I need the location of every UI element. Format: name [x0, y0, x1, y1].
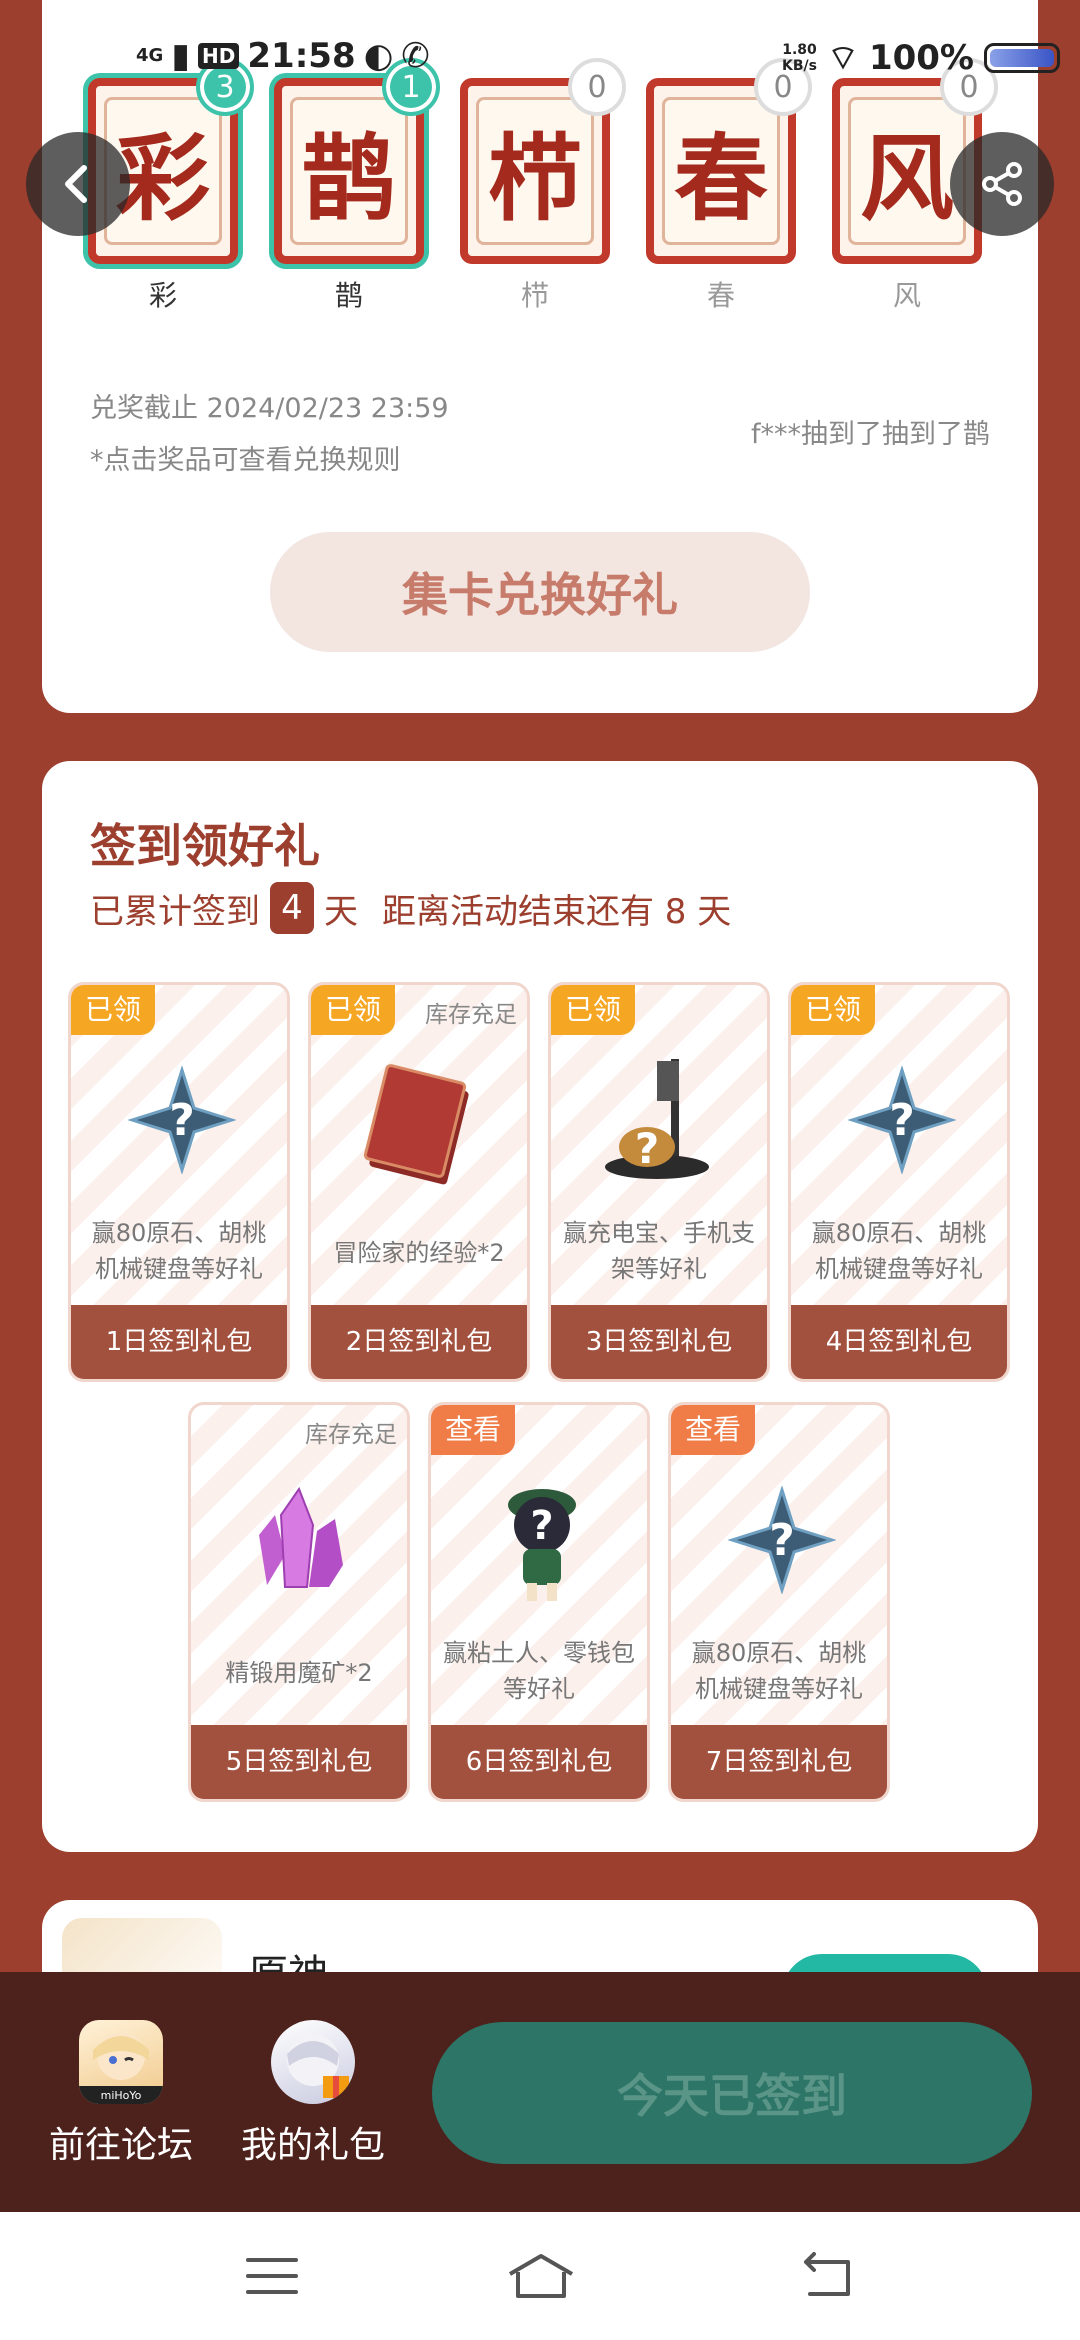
card-zhi[interactable]: 栉 0 栉	[460, 58, 626, 312]
card-label: 栉	[520, 279, 549, 312]
gift-description: 赢充电宝、手机支架等好礼	[563, 1219, 755, 1283]
card-character: 风	[848, 97, 966, 245]
winner-ticker: f***抽到了抽到了鹊	[750, 419, 990, 450]
status-bar: 4G ▮ HD 21:58 ◐ ✆ 1.80 KB/s ⌔ 100%	[0, 36, 1080, 84]
card-que[interactable]: 鹊 1 鹊	[274, 58, 440, 312]
primogem-mystery-icon: ?	[117, 1055, 247, 1185]
checkin-day-count: 4	[270, 882, 314, 934]
stock-label: 库存充足	[305, 1422, 397, 1448]
exchange-button[interactable]: 集卡兑换好礼	[270, 532, 810, 652]
status-time: 21:58	[247, 36, 356, 76]
card-label: 彩	[148, 279, 177, 312]
wifi-icon: ⌔	[826, 38, 859, 78]
checkin-title: 签到领好礼	[90, 819, 320, 873]
gift-card-day5[interactable]: 库存充足 精锻用魔矿*2 5日签到礼包	[188, 1402, 410, 1802]
gift-footer: 1日签到礼包	[71, 1305, 287, 1379]
card-character: 栉	[476, 97, 594, 245]
gift-footer: 6日签到礼包	[431, 1725, 647, 1799]
gift-card-day6[interactable]: 查看 ? 赢粘土人、零钱包等好礼 6日签到礼包	[428, 1402, 650, 1802]
gift-card-day7[interactable]: 查看 ? 赢80原石、胡桃机械键盘等好礼 7日签到礼包	[668, 1402, 890, 1802]
forum-icon-text: miHoYo	[101, 2089, 142, 2102]
my-gifts-nav-button[interactable]: 我的礼包	[238, 2020, 388, 2168]
my-gifts-nav-label: 我的礼包	[240, 2125, 385, 2166]
card-collection-row: 彩 3 彩 鹊 1 鹊 栉 0 栉 春 0 春 风 0 风	[88, 58, 1008, 312]
speed-unit: KB/s	[782, 57, 817, 74]
gift-description: 冒险家的经验*2	[333, 1239, 505, 1267]
checkin-suffix: 天	[324, 891, 358, 932]
gift-footer: 2日签到礼包	[311, 1305, 527, 1379]
gift-description: 赢粘土人、零钱包等好礼	[443, 1639, 635, 1703]
system-navigation-bar	[0, 2212, 1080, 2340]
card-label: 风	[892, 279, 921, 312]
gift-description: 赢80原石、胡桃机械键盘等好礼	[691, 1639, 867, 1703]
battery-icon	[984, 42, 1060, 73]
gift-footer: 7日签到礼包	[671, 1725, 887, 1799]
primogem-mystery-icon: ?	[717, 1475, 847, 1605]
battery-percent: 100%	[868, 37, 974, 78]
gift-card-day4[interactable]: 已领 ? 赢80原石、胡桃机械键盘等好礼 4日签到礼包	[788, 982, 1010, 1382]
network-speed: 1.80 KB/s	[782, 42, 817, 74]
share-icon	[982, 162, 1022, 206]
rule-hint: *点击奖品可查看兑换规则	[90, 445, 401, 476]
svg-text:?: ?	[635, 1124, 659, 1173]
primogem-mystery-icon: ?	[837, 1055, 967, 1185]
gift-description: 精锻用魔矿*2	[225, 1659, 373, 1687]
call-icon: ✆	[401, 36, 430, 76]
gift-card-day3[interactable]: 已领 ? 赢充电宝、手机支架等好礼 3日签到礼包	[548, 982, 770, 1382]
svg-text:?: ?	[530, 1503, 553, 1549]
menu-icon[interactable]	[242, 2250, 302, 2302]
view-tag[interactable]: 查看	[431, 1405, 516, 1455]
network-indicator: 4G	[136, 45, 164, 66]
gift-footer: 3日签到礼包	[551, 1305, 767, 1379]
view-tag[interactable]: 查看	[671, 1405, 756, 1455]
forum-avatar-icon: miHoYo	[79, 2020, 163, 2104]
adventurer-exp-book-icon	[357, 1055, 487, 1185]
speed-value: 1.80	[782, 41, 817, 58]
gift-description: 赢80原石、胡桃机械键盘等好礼	[811, 1219, 987, 1283]
signed-in-today-button[interactable]: 今天已签到	[432, 2022, 1032, 2164]
stock-label: 库存充足	[425, 1002, 517, 1028]
card-label: 春	[706, 279, 735, 312]
forum-nav-button[interactable]: miHoYo 前往论坛	[46, 2020, 196, 2168]
claimed-tag: 已领	[551, 985, 636, 1035]
back-nav-icon[interactable]	[796, 2250, 856, 2302]
my-gifts-avatar-icon	[271, 2020, 355, 2104]
card-character: 春	[662, 97, 780, 245]
claimed-tag: 已领	[791, 985, 876, 1035]
gift-card-day1[interactable]: 已领 ? 赢80原石、胡桃机械键盘等好礼 1日签到礼包	[68, 982, 290, 1382]
figure-mystery-icon: ?	[477, 1475, 607, 1605]
forum-nav-label: 前往论坛	[48, 2125, 193, 2166]
back-button[interactable]	[26, 132, 130, 236]
gift-description: 赢80原石、胡桃机械键盘等好礼	[91, 1219, 267, 1283]
gift-footer: 4日签到礼包	[791, 1305, 1007, 1379]
remaining-days: 距离活动结束还有 8 天	[382, 891, 732, 932]
card-chun[interactable]: 春 0 春	[646, 58, 812, 312]
card-label: 鹊	[334, 279, 363, 312]
share-button[interactable]	[950, 132, 1054, 236]
checkin-prefix: 已累计签到	[90, 891, 260, 932]
card-character: 鹊	[290, 97, 408, 245]
home-icon[interactable]	[506, 2250, 576, 2302]
checkin-summary: 已累计签到 4 天 距离活动结束还有 8 天	[90, 882, 731, 934]
mystic-ore-icon	[237, 1475, 367, 1605]
claimed-tag: 已领	[311, 985, 396, 1035]
chevron-left-icon	[65, 165, 87, 203]
app-notification-icon: ◐	[363, 36, 394, 76]
redeem-deadline: 兑奖截止 2024/02/23 23:59	[90, 393, 449, 424]
gift-card-day2[interactable]: 已领 库存充足 冒险家的经验*2 2日签到礼包	[308, 982, 530, 1382]
claimed-tag: 已领	[71, 985, 156, 1035]
hd-icon: HD	[198, 43, 240, 69]
signal-icon: ▮	[171, 36, 191, 76]
phone-stand-mystery-icon: ?	[597, 1055, 727, 1185]
gift-footer: 5日签到礼包	[191, 1725, 407, 1799]
